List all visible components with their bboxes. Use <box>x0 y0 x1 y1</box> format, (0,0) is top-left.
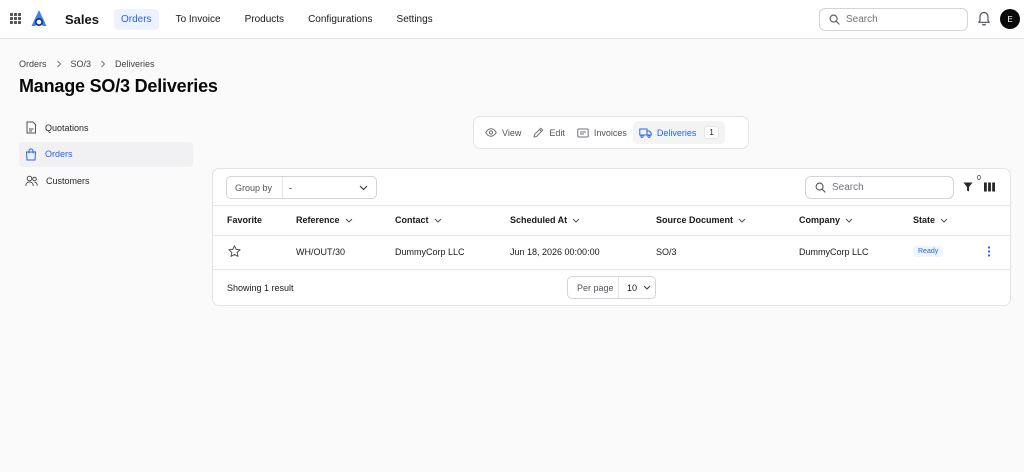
column-header-reference[interactable]: Reference <box>296 215 353 225</box>
column-header-state[interactable]: State <box>913 215 948 225</box>
kebab-menu-icon[interactable] <box>987 246 991 257</box>
document-icon <box>26 121 36 134</box>
column-label: State <box>913 215 936 225</box>
chevron-down-icon <box>345 218 352 223</box>
truck-icon <box>639 128 652 138</box>
column-header-scheduled-at[interactable]: Scheduled At <box>510 215 580 225</box>
apps-grid-icon[interactable] <box>10 13 21 24</box>
record-tabs: View Edit Invoices Deliveries 1 <box>473 116 749 149</box>
group-by-label: Group by <box>227 177 283 198</box>
users-icon <box>25 175 38 186</box>
top-bar: Sales Orders To Invoice Products Configu… <box>0 0 1024 39</box>
main-nav: Orders To Invoice Products Configuration… <box>114 9 448 30</box>
chevron-right-icon <box>101 60 106 68</box>
column-label: Source Document <box>656 215 734 225</box>
user-avatar[interactable]: E <box>1000 9 1020 29</box>
global-search-input[interactable] <box>846 14 946 25</box>
chevron-down-icon <box>572 218 580 223</box>
sidebar: Quotations Orders Customers <box>19 115 193 195</box>
table-header: Favorite Reference Contact Scheduled At … <box>213 205 1010 236</box>
result-count: Showing 1 result <box>227 283 294 293</box>
table-row[interactable]: WH/OUT/30 DummyCorp LLC Jun 18, 2026 00:… <box>213 236 1010 270</box>
column-header-source-document[interactable]: Source Document <box>656 215 746 225</box>
group-by-select[interactable]: Group by - <box>226 176 377 199</box>
column-label: Reference <box>296 215 340 225</box>
group-by-value: - <box>289 182 292 193</box>
breadcrumb-orders[interactable]: Orders <box>19 59 47 69</box>
sidebar-item-label: Quotations <box>45 122 89 133</box>
sidebar-item-quotations[interactable]: Quotations <box>19 115 193 140</box>
status-badge: Ready <box>913 246 944 257</box>
sidebar-item-label: Customers <box>46 175 90 186</box>
column-header-contact[interactable]: Contact <box>395 215 442 225</box>
chevron-right-icon <box>56 60 61 68</box>
filter-icon[interactable] <box>963 182 973 192</box>
chevron-down-icon <box>845 218 853 223</box>
column-label: Company <box>799 215 841 225</box>
tab-deliveries[interactable]: Deliveries 1 <box>632 121 725 144</box>
per-page-number: 10 <box>627 282 638 293</box>
column-label: Contact <box>395 215 429 225</box>
breadcrumb-deliveries: Deliveries <box>115 59 155 69</box>
column-label: Scheduled At <box>510 215 568 225</box>
tab-label: Invoices <box>593 127 627 138</box>
per-page-select[interactable]: Per page 10 <box>567 276 656 299</box>
cell-reference: WH/OUT/30 <box>296 247 346 257</box>
bell-icon[interactable] <box>977 11 991 26</box>
cell-scheduled-at: Jun 18, 2026 00:00:00 <box>510 247 600 257</box>
tab-label: View <box>502 127 522 138</box>
breadcrumb-so3[interactable]: SO/3 <box>71 59 92 69</box>
receipt-icon <box>577 128 589 137</box>
tab-label: Edit <box>549 127 565 138</box>
cell-source-document: SO/3 <box>656 247 677 257</box>
tab-edit[interactable]: Edit <box>527 121 571 144</box>
tab-count-badge: 1 <box>704 126 719 139</box>
nav-item-settings[interactable]: Settings <box>390 9 440 30</box>
chevron-down-icon <box>643 285 651 290</box>
search-icon <box>829 14 840 25</box>
nav-item-configurations[interactable]: Configurations <box>301 9 379 30</box>
column-header-company[interactable]: Company <box>799 215 853 225</box>
cell-company: DummyCorp LLC <box>799 247 869 257</box>
table-search-input[interactable] <box>832 182 932 193</box>
chevron-down-icon <box>940 218 948 223</box>
app-name: Sales <box>65 12 99 27</box>
search-icon <box>815 182 826 193</box>
app-logo-icon <box>31 10 47 27</box>
eye-icon <box>485 128 497 137</box>
sidebar-item-customers[interactable]: Customers <box>19 168 193 193</box>
sidebar-item-label: Orders <box>45 149 73 159</box>
page-title: Manage SO/3 Deliveries <box>19 76 218 96</box>
sidebar-item-orders[interactable]: Orders <box>19 141 193 167</box>
nav-item-orders[interactable]: Orders <box>114 9 159 30</box>
per-page-label: Per page <box>568 277 619 298</box>
per-page-value: 10 <box>619 283 651 293</box>
columns-icon[interactable] <box>984 182 995 192</box>
cell-contact: DummyCorp LLC <box>395 247 465 257</box>
deliveries-table-card: Group by - 0 Favorite Reference Contact <box>212 168 1011 306</box>
global-search[interactable] <box>819 8 968 31</box>
chevron-down-icon <box>738 218 746 223</box>
column-header-favorite: Favorite <box>227 215 262 225</box>
filter-count-badge: 0 <box>977 175 981 182</box>
column-label: Favorite <box>227 215 263 225</box>
tab-view[interactable]: View <box>479 121 527 144</box>
shopping-bag-icon <box>25 147 37 160</box>
breadcrumb: Orders SO/3 Deliveries <box>19 59 155 69</box>
nav-item-products[interactable]: Products <box>238 9 291 30</box>
tab-label: Deliveries <box>656 127 697 138</box>
pencil-icon <box>533 127 544 138</box>
chevron-down-icon <box>359 185 368 190</box>
nav-item-to-invoice[interactable]: To Invoice <box>169 9 228 30</box>
star-icon[interactable] <box>228 245 241 258</box>
table-search[interactable] <box>805 176 954 199</box>
tab-invoices[interactable]: Invoices <box>571 121 633 144</box>
chevron-down-icon <box>434 218 441 223</box>
